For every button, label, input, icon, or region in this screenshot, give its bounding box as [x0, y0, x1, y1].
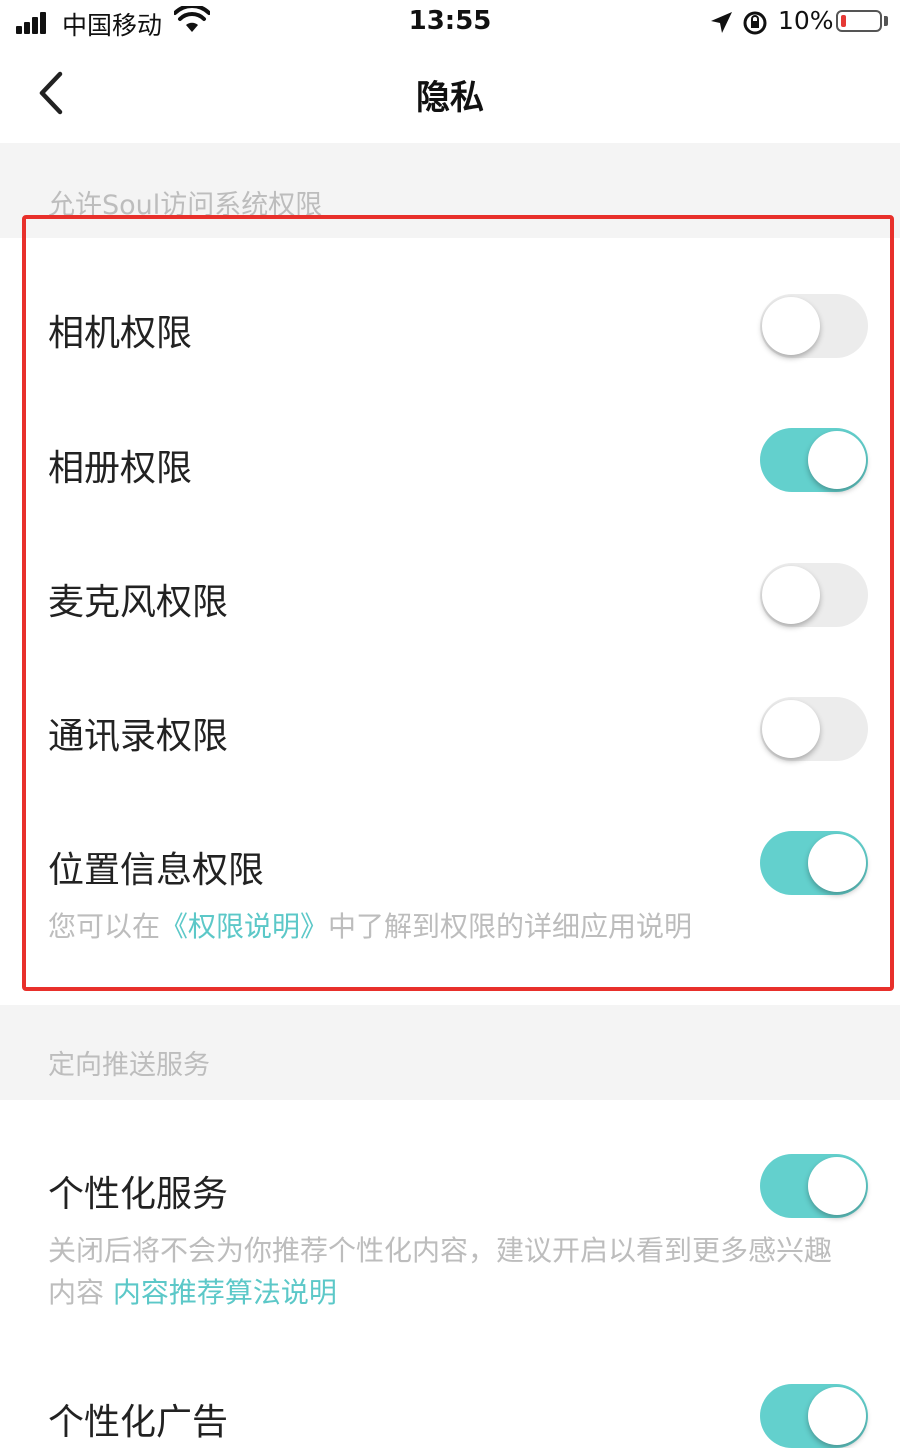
- row-label-camera: 相机权限: [48, 313, 193, 354]
- permission-explanation-link[interactable]: 《权限说明》: [160, 910, 328, 943]
- section-title: 定向推送服务: [48, 1050, 210, 1081]
- location-permission-toggle[interactable]: [760, 831, 868, 895]
- personalized-service-desc: 关闭后将不会为你推荐个性化内容，建议开启以看到更多感兴趣内容 内容推荐算法说明: [48, 1234, 833, 1309]
- personalized-service-toggle[interactable]: [760, 1154, 868, 1218]
- contacts-permission-toggle[interactable]: [760, 697, 868, 761]
- row-label-personalized-service: 个性化服务: [48, 1174, 229, 1215]
- album-permission-toggle[interactable]: [760, 428, 868, 492]
- battery-icon: [836, 10, 882, 32]
- section-title: 允许Soul访问系统权限: [48, 190, 323, 221]
- section-header-permissions: 允许Soul访问系统权限: [0, 143, 900, 238]
- row-label-microphone: 麦克风权限: [48, 582, 229, 623]
- microphone-permission-toggle[interactable]: [760, 563, 868, 627]
- section-header-targeted-push: 定向推送服务: [0, 1005, 900, 1100]
- location-arrow-icon: [711, 12, 732, 33]
- personalized-ads-toggle[interactable]: [760, 1384, 868, 1448]
- page-title: 隐私: [416, 78, 484, 118]
- row-label-contacts: 通讯录权限: [48, 716, 229, 757]
- row-label-album: 相册权限: [48, 448, 193, 489]
- row-label-location: 位置信息权限: [48, 850, 265, 891]
- status-bar: 中国移动 13:55 10%: [0, 0, 900, 46]
- camera-permission-toggle[interactable]: [760, 294, 868, 358]
- permission-footer-note: 您可以在《权限说明》中了解到权限的详细应用说明: [48, 910, 693, 943]
- algorithm-explanation-link[interactable]: 内容推荐算法说明: [113, 1276, 337, 1309]
- row-label-personalized-ads: 个性化广告: [48, 1402, 229, 1443]
- battery-percent: 10%: [778, 6, 834, 35]
- orientation-lock-icon: [743, 11, 767, 35]
